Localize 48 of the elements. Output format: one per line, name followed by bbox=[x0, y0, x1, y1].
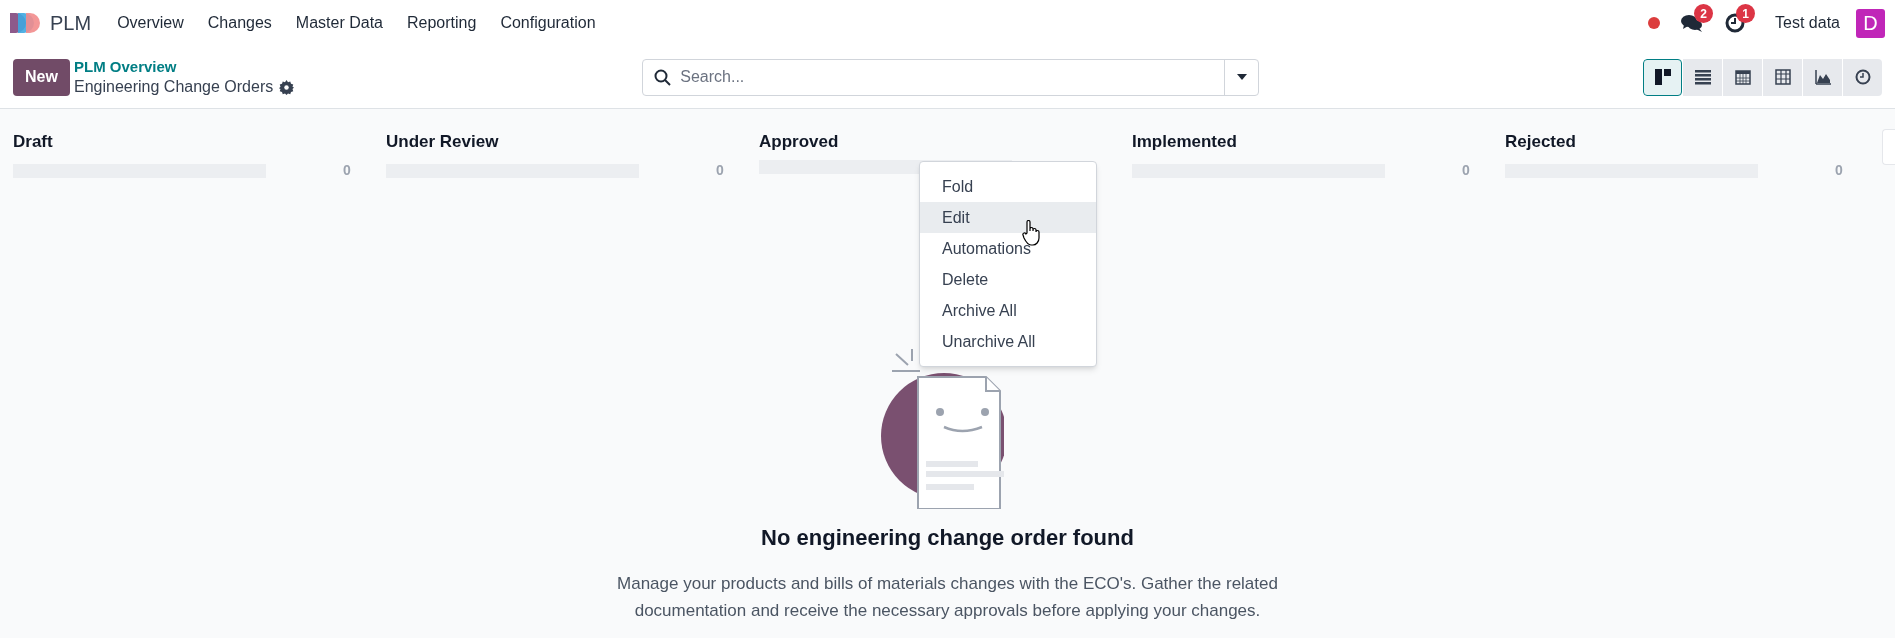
area-chart-icon bbox=[1814, 69, 1831, 85]
table-view-icon bbox=[1774, 69, 1791, 85]
record-count: 0 bbox=[1462, 161, 1470, 180]
app-logo-icon[interactable] bbox=[10, 13, 40, 33]
menu-item[interactable]: Edit bbox=[920, 202, 1096, 233]
column-title: Rejected bbox=[1505, 131, 1577, 153]
menu-item[interactable]: Archive All bbox=[920, 295, 1096, 326]
menu-item[interactable]: Configuration bbox=[488, 11, 608, 35]
new-button[interactable]: New bbox=[13, 58, 70, 96]
calendar-view-icon bbox=[1734, 69, 1751, 85]
record-count: 0 bbox=[343, 161, 351, 180]
record-count: 0 bbox=[716, 161, 724, 180]
column-title: Implemented bbox=[1132, 131, 1238, 153]
page-title: Engineering Change Orders bbox=[74, 77, 274, 97]
settings-icon[interactable] bbox=[279, 79, 295, 95]
empty-state-text: Manage your products and bills of materials changes with the ECO's. Gather the related documentation and receive the necessary approvals before applying your changes. bbox=[616, 573, 1279, 622]
view-switch-button[interactable] bbox=[1683, 58, 1722, 96]
menu-item[interactable]: Unarchive All bbox=[920, 326, 1096, 357]
kanban-view-icon bbox=[1654, 69, 1671, 85]
empty-state-title: No engineering change order found bbox=[761, 524, 1134, 552]
view-switch-button[interactable] bbox=[1843, 58, 1882, 96]
menu-item[interactable]: Delete bbox=[920, 264, 1096, 295]
user-avatar[interactable]: D bbox=[1856, 8, 1885, 38]
menu-item[interactable]: Overview bbox=[105, 11, 196, 35]
column-edge bbox=[1882, 129, 1895, 165]
menu-item[interactable]: Reporting bbox=[395, 11, 489, 35]
view-switch-button[interactable] bbox=[1643, 58, 1682, 96]
search-icon bbox=[654, 68, 672, 86]
search-field[interactable]: Search... bbox=[642, 58, 1260, 96]
column-title: Approved bbox=[759, 131, 840, 153]
company-name[interactable]: Test data bbox=[1775, 11, 1840, 35]
view-switch-button[interactable] bbox=[1803, 58, 1842, 96]
column-title: Draft bbox=[13, 131, 54, 153]
notification-badge: 1 bbox=[1736, 4, 1756, 23]
view-switch-button[interactable] bbox=[1723, 58, 1762, 96]
record-count: 0 bbox=[1835, 161, 1843, 180]
app-name[interactable]: PLM bbox=[50, 8, 92, 38]
menu-item[interactable]: Fold bbox=[920, 171, 1096, 202]
view-switch-button[interactable] bbox=[1763, 58, 1802, 96]
notification-badge: 2 bbox=[1694, 4, 1714, 23]
menu-item[interactable]: Automations bbox=[920, 233, 1096, 264]
menu-item[interactable]: Changes bbox=[195, 11, 284, 35]
clock-icon bbox=[1854, 69, 1871, 85]
column-title: Under Review bbox=[386, 131, 500, 153]
list-view-icon bbox=[1694, 69, 1711, 85]
breadcrumb-link[interactable]: PLM Overview bbox=[74, 57, 295, 77]
menu-item[interactable]: Master Data bbox=[283, 11, 395, 35]
caret-icon bbox=[1236, 74, 1247, 80]
